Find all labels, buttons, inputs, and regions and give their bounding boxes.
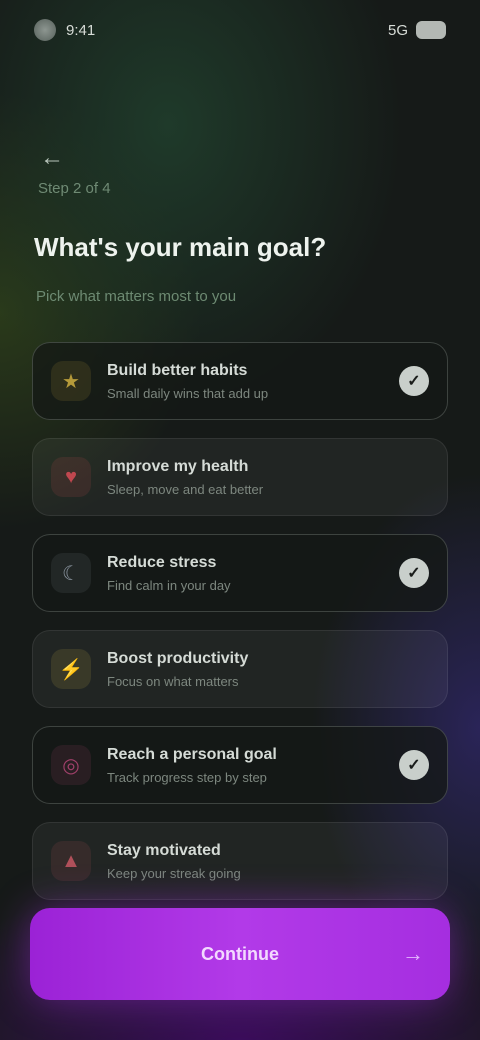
- target-icon: ◎: [51, 745, 91, 785]
- check-icon: ✓: [399, 366, 429, 396]
- option-text: Build better habits Small daily wins tha…: [107, 362, 383, 401]
- options-list: ★ Build better habits Small daily wins t…: [32, 342, 448, 900]
- option-title: Stay motivated: [107, 841, 221, 859]
- continue-label: Continue: [201, 943, 279, 964]
- status-time: 9:41: [66, 21, 96, 39]
- option-description: Keep your streak going: [107, 865, 241, 881]
- option-card[interactable]: ★ Build better habits Small daily wins t…: [32, 342, 448, 420]
- option-title: Build better habits: [107, 361, 248, 379]
- option-text: Improve my health Sleep, move and eat be…: [107, 458, 429, 497]
- camera-icon: [34, 19, 56, 41]
- moon-icon: ☾: [51, 553, 91, 593]
- status-right: 5G: [388, 21, 446, 39]
- continue-button[interactable]: Continue →: [30, 908, 450, 1000]
- option-card[interactable]: ▲ Stay motivated Keep your streak going …: [32, 822, 448, 900]
- status-left: 9:41: [34, 19, 95, 41]
- flame-icon: ▲: [51, 841, 91, 881]
- check-icon: ✓: [399, 750, 429, 780]
- option-description: Sleep, move and eat better: [107, 481, 264, 497]
- status-bar: 9:41 5G: [0, 0, 480, 60]
- arrow-right-icon: →: [402, 941, 424, 966]
- check-icon: ✓: [399, 558, 429, 588]
- heart-icon: ♥: [51, 457, 91, 497]
- option-text: Reduce stress Find calm in your day: [107, 554, 383, 593]
- option-description: Find calm in your day: [107, 577, 231, 593]
- option-title: Improve my health: [107, 457, 249, 475]
- option-card[interactable]: ☾ Reduce stress Find calm in your day ✓: [32, 534, 448, 612]
- option-card[interactable]: ◎ Reach a personal goal Track progress s…: [32, 726, 448, 804]
- option-description: Focus on what matters: [107, 673, 239, 689]
- option-card[interactable]: ⚡ Boost productivity Focus on what matte…: [32, 630, 448, 708]
- step-indicator: Step 2 of 4: [38, 180, 111, 197]
- bolt-icon: ⚡: [51, 649, 91, 689]
- option-title: Reduce stress: [107, 553, 217, 571]
- option-card[interactable]: ♥ Improve my health Sleep, move and eat …: [32, 438, 448, 516]
- battery-icon: [416, 21, 446, 39]
- option-description: Small daily wins that add up: [107, 385, 269, 401]
- option-title: Boost productivity: [107, 649, 249, 667]
- back-button[interactable]: ←: [34, 140, 70, 176]
- page-subtitle: Pick what matters most to you: [36, 288, 237, 305]
- option-text: Stay motivated Keep your streak going: [107, 842, 429, 881]
- option-text: Reach a personal goal Track progress ste…: [107, 746, 383, 785]
- page-title: What's your main goal?: [34, 232, 327, 262]
- star-icon: ★: [51, 361, 91, 401]
- signal-label: 5G: [387, 21, 408, 39]
- option-title: Reach a personal goal: [107, 745, 277, 763]
- arrow-left-icon: ←: [40, 144, 64, 171]
- option-description: Track progress step by step: [107, 769, 267, 785]
- option-text: Boost productivity Focus on what matters: [107, 650, 429, 689]
